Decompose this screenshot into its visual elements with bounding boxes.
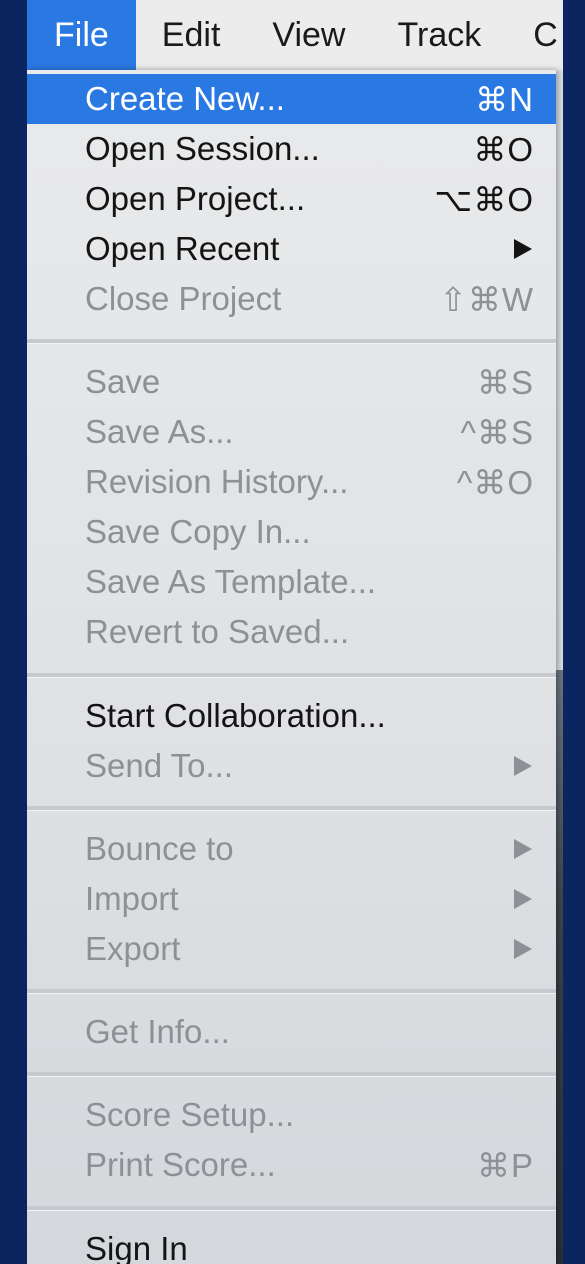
menu-separator bbox=[27, 339, 556, 344]
submenu-arrow-icon bbox=[514, 889, 532, 909]
menu-item-revision-history: Revision History... ^⌘O bbox=[27, 457, 556, 507]
menu-separator bbox=[27, 806, 556, 811]
menu-item-label: Get Info... bbox=[85, 1013, 230, 1050]
submenu-arrow-icon bbox=[514, 939, 532, 959]
menu-item-save-as: Save As... ^⌘S bbox=[27, 407, 556, 457]
menu-item-send-to: Send To... bbox=[27, 741, 556, 791]
menu-item-label: Import bbox=[85, 880, 179, 917]
menubar-edit[interactable]: Edit bbox=[136, 0, 247, 70]
menu-item-label: Open Session... bbox=[85, 130, 320, 167]
menu-item-revert-to-saved: Revert to Saved... bbox=[27, 607, 556, 657]
menu-item-open-project[interactable]: Open Project... ⌥⌘O bbox=[27, 174, 556, 224]
menu-item-label: Save Copy In... bbox=[85, 513, 311, 550]
menu-separator bbox=[27, 1206, 556, 1211]
menu-item-shortcut: ⌘N bbox=[475, 80, 534, 118]
menu-item-get-info: Get Info... bbox=[27, 1007, 556, 1057]
menu-item-create-new[interactable]: Create New... ⌘N bbox=[27, 74, 556, 124]
menu-item-label: Save As Template... bbox=[85, 563, 377, 600]
menu-item-label: Create New... bbox=[85, 80, 285, 117]
screenshot-frame: File Edit View Track C Create New... ⌘N … bbox=[0, 0, 585, 1264]
menu-item-save-copy-in: Save Copy In... bbox=[27, 507, 556, 557]
menubar-track[interactable]: Track bbox=[371, 0, 507, 70]
menu-item-shortcut: ⌘S bbox=[476, 363, 534, 401]
menu-item-label: Revert to Saved... bbox=[85, 613, 350, 650]
menu-item-label: Revision History... bbox=[85, 463, 349, 500]
menu-item-shortcut: ^⌘O bbox=[456, 463, 534, 501]
menu-item-label: Print Score... bbox=[85, 1146, 276, 1183]
menu-item-bounce-to: Bounce to bbox=[27, 824, 556, 874]
menu-item-score-setup: Score Setup... bbox=[27, 1090, 556, 1140]
menubar-file[interactable]: File bbox=[27, 0, 136, 70]
menu-item-shortcut: ⌘O bbox=[473, 130, 534, 168]
menu-separator bbox=[27, 673, 556, 678]
submenu-arrow-icon bbox=[514, 756, 532, 776]
menu-item-label: Open Recent bbox=[85, 230, 280, 267]
menu-item-label: Sign In bbox=[85, 1230, 188, 1264]
menu-item-shortcut: ^⌘S bbox=[460, 413, 534, 451]
menu-item-shortcut: ⌥⌘O bbox=[434, 180, 534, 218]
menu-item-start-collaboration[interactable]: Start Collaboration... bbox=[27, 691, 556, 741]
app-screen: File Edit View Track C Create New... ⌘N … bbox=[27, 0, 563, 1264]
menu-item-label: Save As... bbox=[85, 413, 234, 450]
submenu-arrow-icon bbox=[514, 239, 532, 259]
menu-bar: File Edit View Track C bbox=[27, 0, 563, 70]
submenu-arrow-icon bbox=[514, 839, 532, 859]
menu-item-label: Bounce to bbox=[85, 830, 234, 867]
menu-separator bbox=[27, 1072, 556, 1077]
menu-item-close-project: Close Project ⇧⌘W bbox=[27, 274, 556, 324]
menu-item-label: Start Collaboration... bbox=[85, 697, 386, 734]
file-menu: Create New... ⌘N Open Session... ⌘O Open… bbox=[27, 70, 556, 1264]
menu-item-shortcut: ⇧⌘W bbox=[439, 280, 534, 318]
menu-item-label: Save bbox=[85, 363, 161, 400]
menu-item-label: Send To... bbox=[85, 747, 234, 784]
menu-item-label: Close Project bbox=[85, 280, 282, 317]
menu-item-shortcut: ⌘P bbox=[476, 1146, 534, 1184]
menu-item-label: Score Setup... bbox=[85, 1096, 295, 1133]
menu-separator bbox=[27, 989, 556, 994]
menu-item-label: Open Project... bbox=[85, 180, 306, 217]
menu-item-export: Export bbox=[27, 924, 556, 974]
menu-item-save: Save ⌘S bbox=[27, 357, 556, 407]
menu-item-open-session[interactable]: Open Session... ⌘O bbox=[27, 124, 556, 174]
menubar-view[interactable]: View bbox=[246, 0, 371, 70]
menu-item-sign-in[interactable]: Sign In bbox=[27, 1224, 556, 1264]
menu-item-label: Export bbox=[85, 930, 181, 967]
menu-item-save-as-template: Save As Template... bbox=[27, 557, 556, 607]
menu-item-open-recent[interactable]: Open Recent bbox=[27, 224, 556, 274]
menubar-next-cut[interactable]: C bbox=[507, 0, 558, 70]
menu-item-print-score: Print Score... ⌘P bbox=[27, 1140, 556, 1190]
menu-item-import: Import bbox=[27, 874, 556, 924]
